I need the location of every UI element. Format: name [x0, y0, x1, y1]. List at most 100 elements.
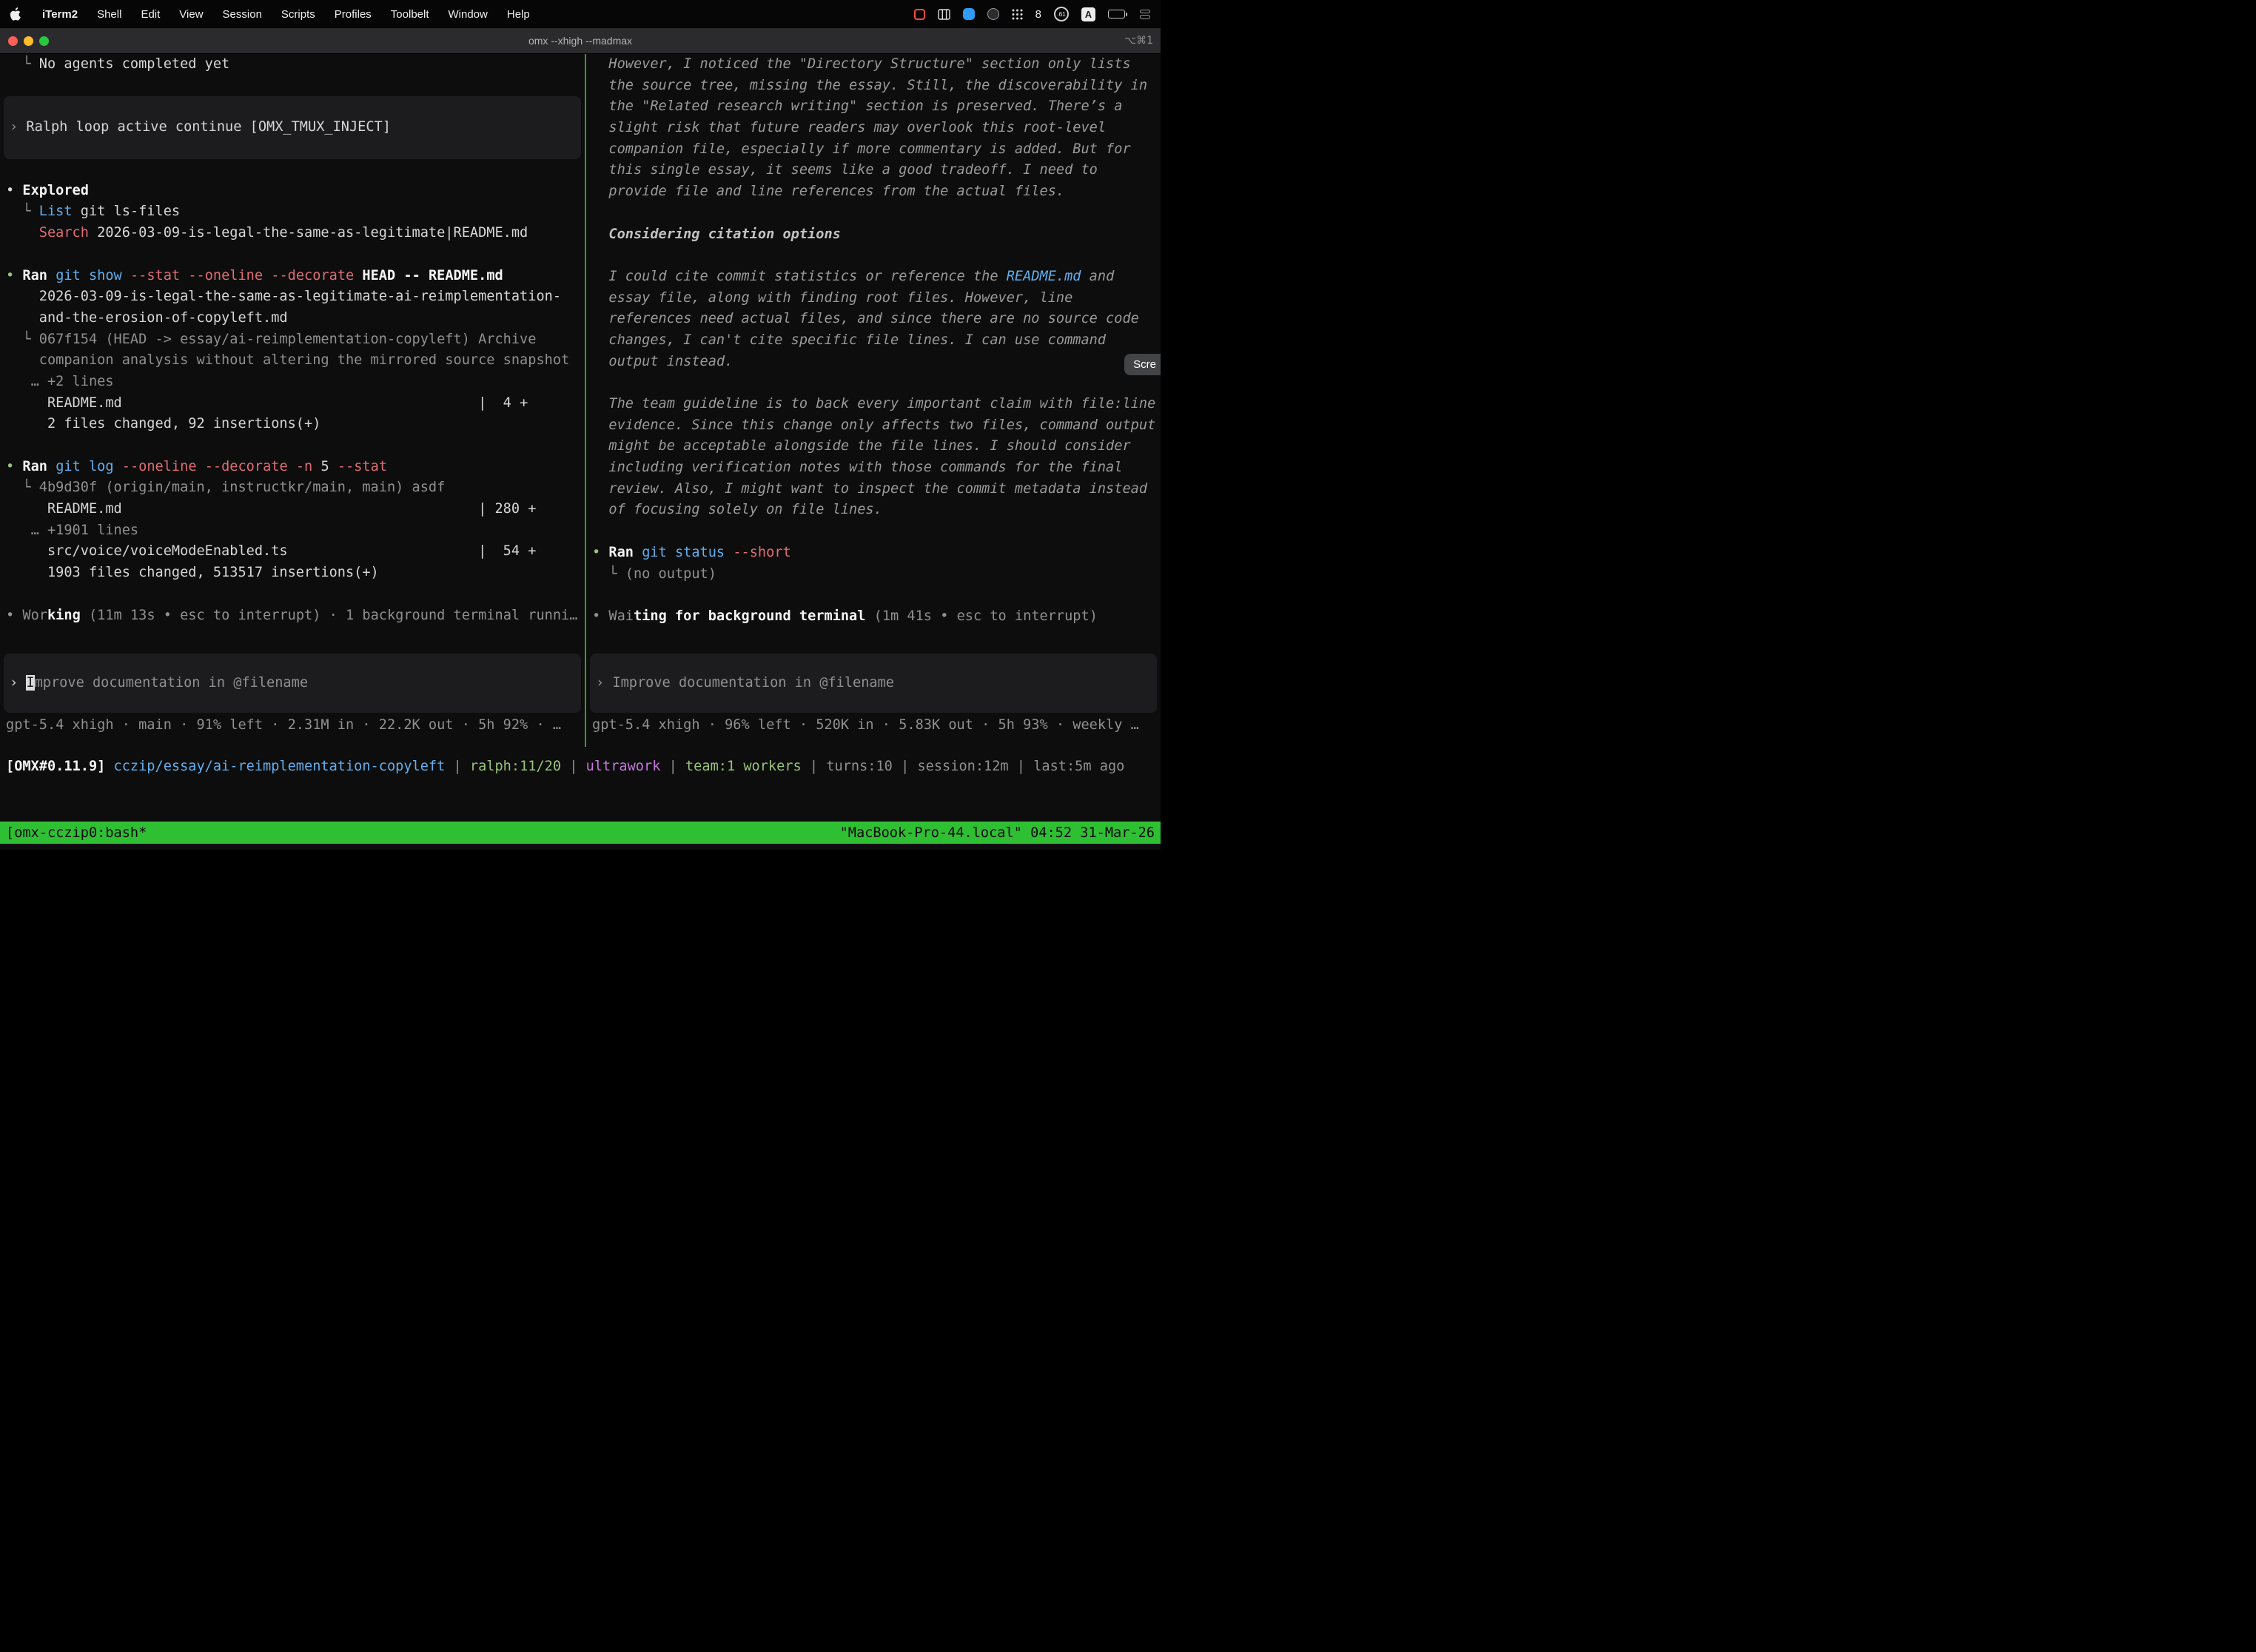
text-segment: --short: [733, 545, 790, 560]
terminal-line: [0, 244, 585, 266]
gauge-icon[interactable]: .61: [1054, 7, 1069, 21]
terminal-line: └ (no output): [586, 564, 1161, 585]
zoom-button[interactable]: [39, 36, 49, 46]
tmux-status-bar: [omx-cczip0:bash* "MacBook-Pro-44.local"…: [0, 822, 1161, 844]
apple-menu-icon[interactable]: [10, 7, 23, 21]
menu-item-app-name[interactable]: iTerm2: [42, 8, 78, 21]
dark-app-icon[interactable]: [987, 8, 999, 20]
right-pane-bottom: › Improve documentation in @filenamegpt-…: [586, 654, 1161, 736]
omx-status-line: [OMX#0.11.9] cczip/essay/ai-reimplementa…: [0, 747, 1161, 778]
input-source-icon[interactable]: A: [1081, 7, 1095, 21]
text-segment: 4b9d30f (origin/main, instructkr/main, m…: [39, 480, 446, 495]
text-segment: •: [6, 459, 22, 474]
text-segment: README.md: [6, 395, 122, 411]
text-segment: … +2 lines: [6, 374, 114, 389]
text-segment: [725, 545, 733, 560]
text-segment: Ralph loop active continue [OMX_TMUX_INJ…: [26, 119, 391, 135]
terminal-line: README.md | 4 +: [0, 393, 585, 414]
dots-grid-icon[interactable]: [1012, 9, 1023, 20]
menu-item-session[interactable]: Session: [223, 8, 262, 21]
text-segment: 2 files changed, 92 insertions(+): [6, 416, 320, 432]
text-segment: •: [6, 608, 22, 623]
terminal-line: might be acceptable alongside the file l…: [586, 436, 1161, 457]
terminal-line: › Ralph loop active continue [OMX_TMUX_I…: [4, 117, 581, 138]
text-segment: evidence. Since this change only affects…: [592, 417, 1155, 433]
terminal-line: However, I noticed the "Directory Struct…: [586, 54, 1161, 75]
close-button[interactable]: [8, 36, 18, 46]
terminal-pane-left[interactable]: └ No agents completed yet › Ralph loop a…: [0, 54, 585, 747]
terminal-line: › Improve documentation in @filename: [4, 673, 581, 694]
terminal-line: [0, 75, 585, 97]
text-segment: [47, 268, 56, 283]
control-center-icon[interactable]: [1140, 10, 1150, 19]
tmux-host-clock: "MacBook-Pro-44.local" 04:52 31-Mar-26: [840, 825, 1161, 841]
text-segment: including verification notes with those …: [592, 460, 1122, 475]
terminal-line: └ No agents completed yet: [0, 54, 585, 75]
terminal-line: • Working (11m 13s • esc to interrupt) ·…: [0, 605, 585, 627]
text-segment: and: [1081, 269, 1114, 284]
left-pane-bottom: › Improve documentation in @filenamegpt-…: [0, 654, 585, 736]
menu-bar-status-area: 8 .61 A: [914, 7, 1150, 21]
terminal-line: • Explored: [0, 181, 585, 202]
screen-recording-icon[interactable]: [914, 9, 925, 20]
terminal-window: └ No agents completed yet › Ralph loop a…: [0, 54, 1161, 850]
text-segment: git show: [56, 268, 122, 283]
terminal-line: changes, I can't cite specific file line…: [586, 330, 1161, 352]
text-segment: companion analysis without altering the …: [6, 352, 569, 368]
right-pane-content: However, I noticed the "Directory Struct…: [586, 54, 1161, 628]
text-segment: •: [6, 268, 22, 283]
terminal-line: references need actual files, and since …: [586, 309, 1161, 330]
menu-item-view[interactable]: View: [179, 8, 203, 21]
battery-icon[interactable]: [1108, 10, 1127, 19]
text-segment: companion file, especially if more comme…: [592, 141, 1131, 157]
terminal-line: README.md | 280 +: [0, 499, 585, 520]
text-cursor: I: [26, 675, 34, 691]
menu-item-scripts[interactable]: Scripts: [281, 8, 315, 21]
text-segment: 067f154 (HEAD -> essay/ai-reimplementati…: [39, 332, 537, 347]
terminal-line: [586, 521, 1161, 543]
text-segment: | 280 +: [122, 501, 537, 517]
minimize-button[interactable]: [24, 36, 33, 46]
number-8-icon[interactable]: 8: [1035, 8, 1041, 21]
terminal-line: and-the-erosion-of-copyleft.md: [0, 308, 585, 329]
text-segment: (11m 13s • esc to interrupt) · 1 backgro…: [89, 608, 577, 623]
text-segment: the "Related research writing" section i…: [592, 98, 1122, 114]
text-segment: [634, 545, 642, 560]
terminal-line: [OMX#0.11.9] cczip/essay/ai-reimplementa…: [0, 756, 1161, 778]
menu-item-toolbelt[interactable]: Toolbelt: [391, 8, 429, 21]
terminal-line: essay file, along with finding root file…: [586, 288, 1161, 309]
prompt-input[interactable]: › Improve documentation in @filename: [4, 654, 581, 713]
terminal-line: › Improve documentation in @filename: [590, 673, 1157, 694]
terminal-pane-right[interactable]: However, I noticed the "Directory Struct…: [586, 54, 1161, 747]
text-segment: changes, I can't cite specific file line…: [592, 332, 1106, 348]
text-segment: Wai: [608, 608, 634, 624]
text-segment: |: [561, 759, 586, 774]
text-segment: this single essay, it seems like a good …: [592, 162, 1098, 178]
text-segment: └: [6, 332, 39, 347]
text-segment: references need actual files, and since …: [592, 311, 1139, 326]
text-segment: output instead.: [592, 354, 733, 369]
screen-share-popup[interactable]: Scre: [1124, 354, 1161, 375]
window-grid-icon[interactable]: [938, 9, 950, 20]
text-segment: ting for background terminal: [634, 608, 865, 624]
terminal-line: [586, 585, 1161, 606]
text-segment: Considering citation options: [592, 226, 841, 242]
terminal-line: [586, 372, 1161, 394]
prompt-input[interactable]: › Improve documentation in @filename: [590, 654, 1157, 713]
text-segment: └: [6, 56, 39, 72]
text-segment: --stat --oneline --decorate: [130, 268, 354, 283]
text-segment: last:5m ago: [1033, 759, 1124, 774]
text-segment: might be acceptable alongside the file l…: [592, 438, 1131, 454]
terminal-line: Considering citation options: [586, 224, 1161, 246]
text-segment: turns:10: [826, 759, 893, 774]
terminal-line: [586, 245, 1161, 266]
blue-app-icon[interactable]: [963, 8, 975, 20]
text-segment: 5: [312, 459, 338, 474]
menu-item-shell[interactable]: Shell: [97, 8, 121, 21]
menu-item-window[interactable]: Window: [449, 8, 488, 21]
terminal-line: [0, 584, 585, 605]
menu-item-edit[interactable]: Edit: [141, 8, 160, 21]
text-segment: Ran: [22, 459, 47, 474]
menu-item-profiles[interactable]: Profiles: [335, 8, 372, 21]
menu-item-help[interactable]: Help: [507, 8, 530, 21]
